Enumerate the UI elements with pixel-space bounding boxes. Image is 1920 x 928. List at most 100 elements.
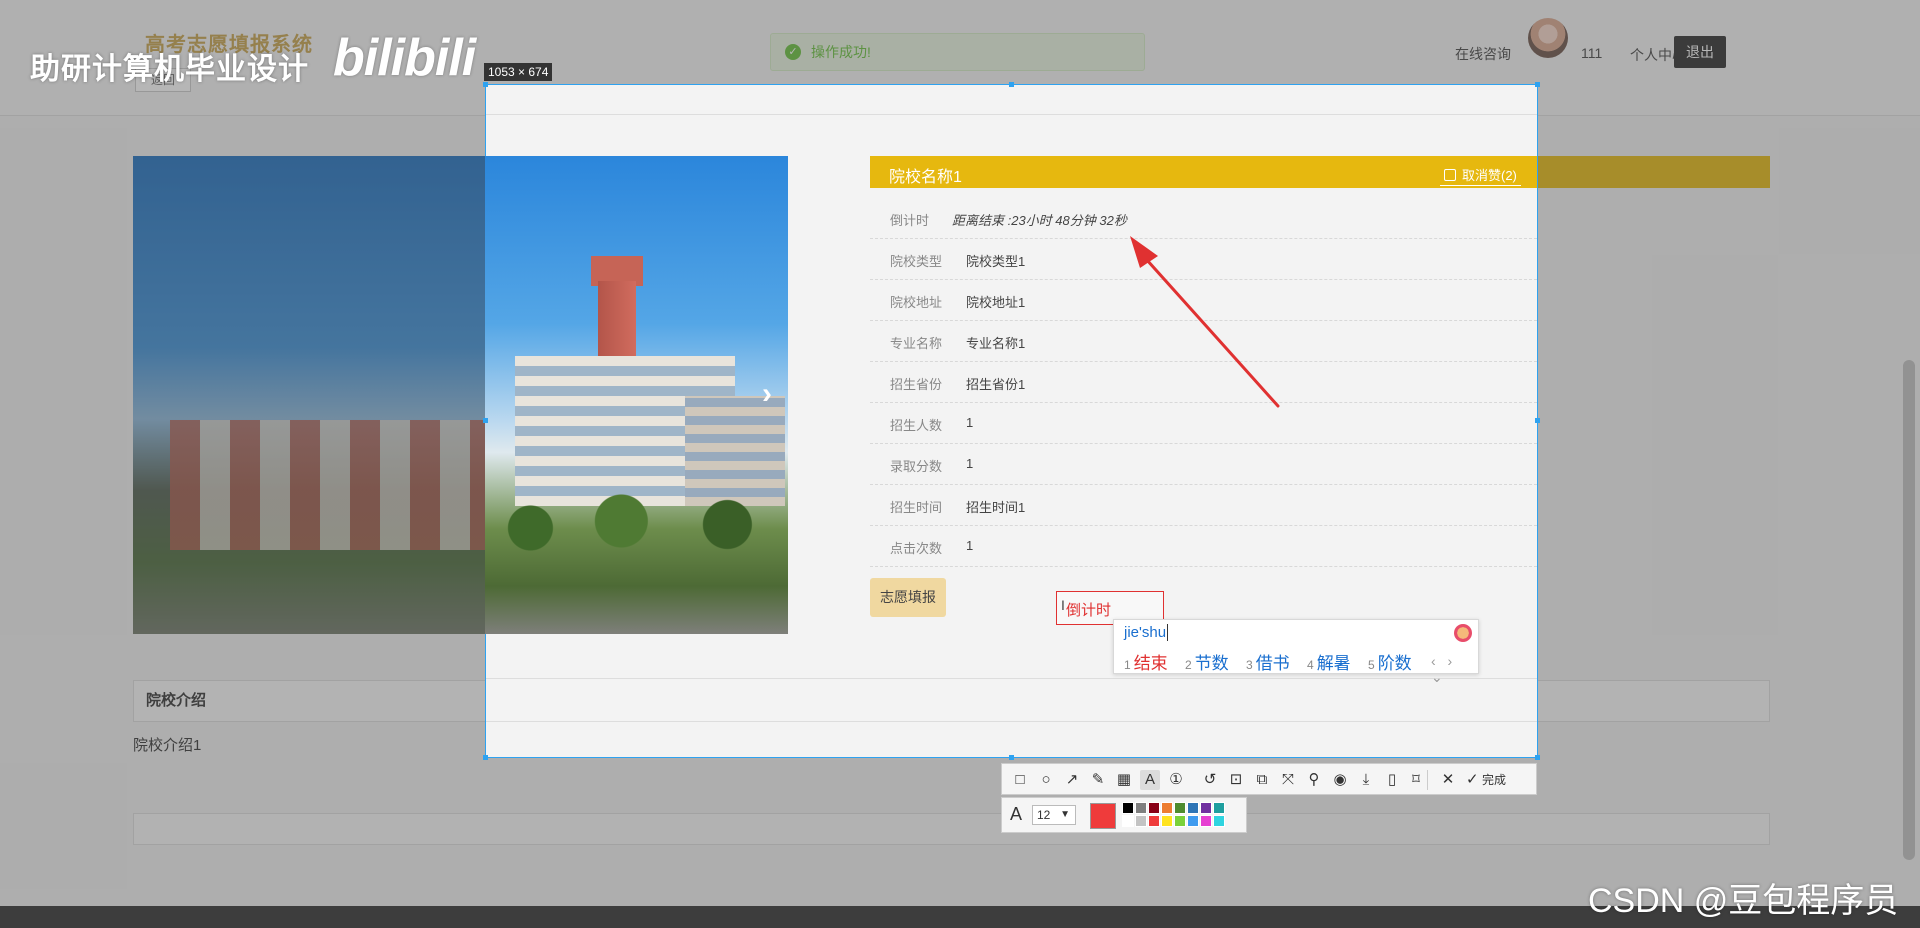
color-swatch[interactable]	[1200, 815, 1212, 827]
ime-candidate-window[interactable]: jie'shu 1 结束 2 节数 3 借书 4 解暑 5 阶数 ‹ › ⌄	[1113, 619, 1479, 685]
row-value: 院校类型1	[966, 254, 1026, 269]
row-label: 招生人数	[890, 418, 943, 433]
school-photo-carousel: ›	[485, 156, 788, 634]
text-annotation[interactable]: 倒计时	[1066, 599, 1111, 620]
row-label: 院校类型	[890, 254, 943, 269]
color-swatch[interactable]	[1213, 802, 1225, 814]
color-swatch[interactable]	[1200, 802, 1212, 814]
font-size-select[interactable]: 12 ▼	[1032, 805, 1076, 825]
unlike-label: 取消赞(2)	[1462, 168, 1517, 183]
unlike-button[interactable]: 取消赞(2)	[1440, 166, 1521, 186]
apply-button[interactable]: 志愿填报	[870, 578, 946, 617]
photo-trees	[485, 486, 788, 556]
check-icon[interactable]: ✓	[1466, 770, 1479, 788]
row-label: 倒计时	[890, 213, 930, 228]
resize-handle[interactable]	[1535, 82, 1540, 87]
ime-candidate[interactable]: 3 借书	[1246, 649, 1290, 674]
bilibili-logo: bilibili	[333, 29, 476, 87]
resize-handle[interactable]	[1535, 418, 1540, 423]
row-label: 招生时间	[890, 500, 943, 515]
divider	[486, 114, 1537, 115]
text-cursor-icon: I	[1061, 597, 1065, 613]
detail-row-time: 招生时间 招生时间1	[870, 485, 1537, 526]
done-button[interactable]: 完成	[1482, 771, 1506, 788]
ime-candidate[interactable]: 1 结束	[1124, 649, 1168, 674]
undo-icon[interactable]: ↺	[1200, 770, 1220, 790]
ime-candidate[interactable]: 2 节数	[1185, 649, 1229, 674]
row-value: 招生时间1	[966, 500, 1026, 515]
thumbs-up-icon	[1444, 169, 1456, 181]
dim-overlay	[1538, 84, 1920, 758]
color-swatch[interactable]	[1122, 802, 1134, 814]
ocr-icon[interactable]: ⊡	[1226, 770, 1246, 790]
color-swatch[interactable]	[1122, 815, 1134, 827]
detail-row-clicks: 点击次数 1	[870, 526, 1537, 567]
resize-handle[interactable]	[483, 82, 488, 87]
mosaic-icon[interactable]: ▦	[1114, 770, 1134, 790]
row-value: 院校地址1	[966, 295, 1026, 310]
row-value: 1	[966, 538, 974, 553]
watermark-text: 助研计算机毕业设计	[30, 53, 309, 86]
color-swatch[interactable]	[1174, 815, 1186, 827]
color-swatch[interactable]	[1135, 815, 1147, 827]
ime-candidate[interactable]: 4 解暑	[1307, 649, 1351, 674]
mobile-icon[interactable]: ▯	[1382, 770, 1402, 790]
font-size-value: 12	[1037, 808, 1051, 822]
resize-handle[interactable]	[1535, 755, 1540, 760]
row-value: 1	[966, 415, 974, 430]
school-name: 院校名称1	[889, 169, 962, 186]
color-swatch[interactable]	[1187, 802, 1199, 814]
row-label: 院校地址	[890, 295, 943, 310]
row-label: 招生省份	[890, 377, 943, 392]
chevron-down-icon: ▼	[1060, 809, 1070, 820]
row-value: 1	[966, 456, 974, 471]
color-swatch[interactable]	[1213, 815, 1225, 827]
ime-pinyin-input: jie'shu	[1124, 624, 1169, 641]
pencil-icon[interactable]: ✎	[1088, 770, 1108, 790]
row-label: 点击次数	[890, 541, 943, 556]
ellipse-icon[interactable]: ○	[1036, 770, 1056, 790]
selection-size-label: 1053 × 674	[484, 63, 553, 81]
color-swatch[interactable]	[1187, 815, 1199, 827]
ime-page-nav[interactable]: ‹ › ⌄	[1431, 653, 1478, 686]
resize-handle[interactable]	[1009, 82, 1014, 87]
ime-logo-icon	[1454, 624, 1472, 642]
text-icon[interactable]: A	[1140, 770, 1160, 790]
divider	[486, 678, 1537, 679]
text-style-bar: A 12 ▼	[1001, 797, 1247, 833]
ime-candidate[interactable]: 5 阶数	[1368, 649, 1412, 674]
record-icon[interactable]: ◉	[1330, 770, 1350, 790]
divider	[486, 721, 1537, 722]
toolbar-separator	[1427, 770, 1428, 790]
row-value: 专业名称1	[966, 336, 1026, 351]
row-label: 专业名称	[890, 336, 943, 351]
arrow-annotation[interactable]	[1100, 220, 1300, 420]
chevron-right-icon[interactable]: ›	[755, 376, 779, 412]
current-color-swatch[interactable]	[1090, 803, 1116, 829]
row-label: 录取分数	[890, 459, 943, 474]
resize-handle[interactable]	[483, 418, 488, 423]
translate-icon[interactable]: ⧉	[1252, 770, 1272, 790]
color-swatch[interactable]	[1161, 802, 1173, 814]
close-icon[interactable]: ✕	[1438, 770, 1458, 790]
long-screenshot-icon[interactable]: ⤧	[1278, 770, 1298, 790]
download-icon[interactable]: ⤓	[1356, 770, 1376, 790]
screenshot-toolbar: □ ○ ↗ ✎ ▦ A ① ↺ ⊡ ⧉ ⤧ ⚲ ◉ ⤓ ▯ ⌑ ✕ ✓ 完成	[1001, 763, 1537, 795]
pin-icon[interactable]: ⚲	[1304, 770, 1324, 790]
color-swatch[interactable]	[1148, 802, 1160, 814]
arrow-icon[interactable]: ↗	[1062, 770, 1082, 790]
color-swatch[interactable]	[1135, 802, 1147, 814]
color-swatch[interactable]	[1174, 802, 1186, 814]
resize-handle[interactable]	[483, 755, 488, 760]
number-icon[interactable]: ①	[1166, 770, 1186, 790]
school-title-bar	[870, 156, 1537, 188]
bookmark-icon[interactable]: ⌑	[1406, 770, 1426, 790]
font-icon: A	[1010, 804, 1023, 824]
color-swatch[interactable]	[1161, 815, 1173, 827]
dim-overlay	[0, 84, 485, 758]
resize-handle[interactable]	[1009, 755, 1014, 760]
color-swatch[interactable]	[1148, 815, 1160, 827]
csdn-watermark: CSDN @豆包程序员	[1588, 882, 1899, 920]
row-value: 招生省份1	[966, 377, 1026, 392]
rectangle-icon[interactable]: □	[1010, 770, 1030, 790]
